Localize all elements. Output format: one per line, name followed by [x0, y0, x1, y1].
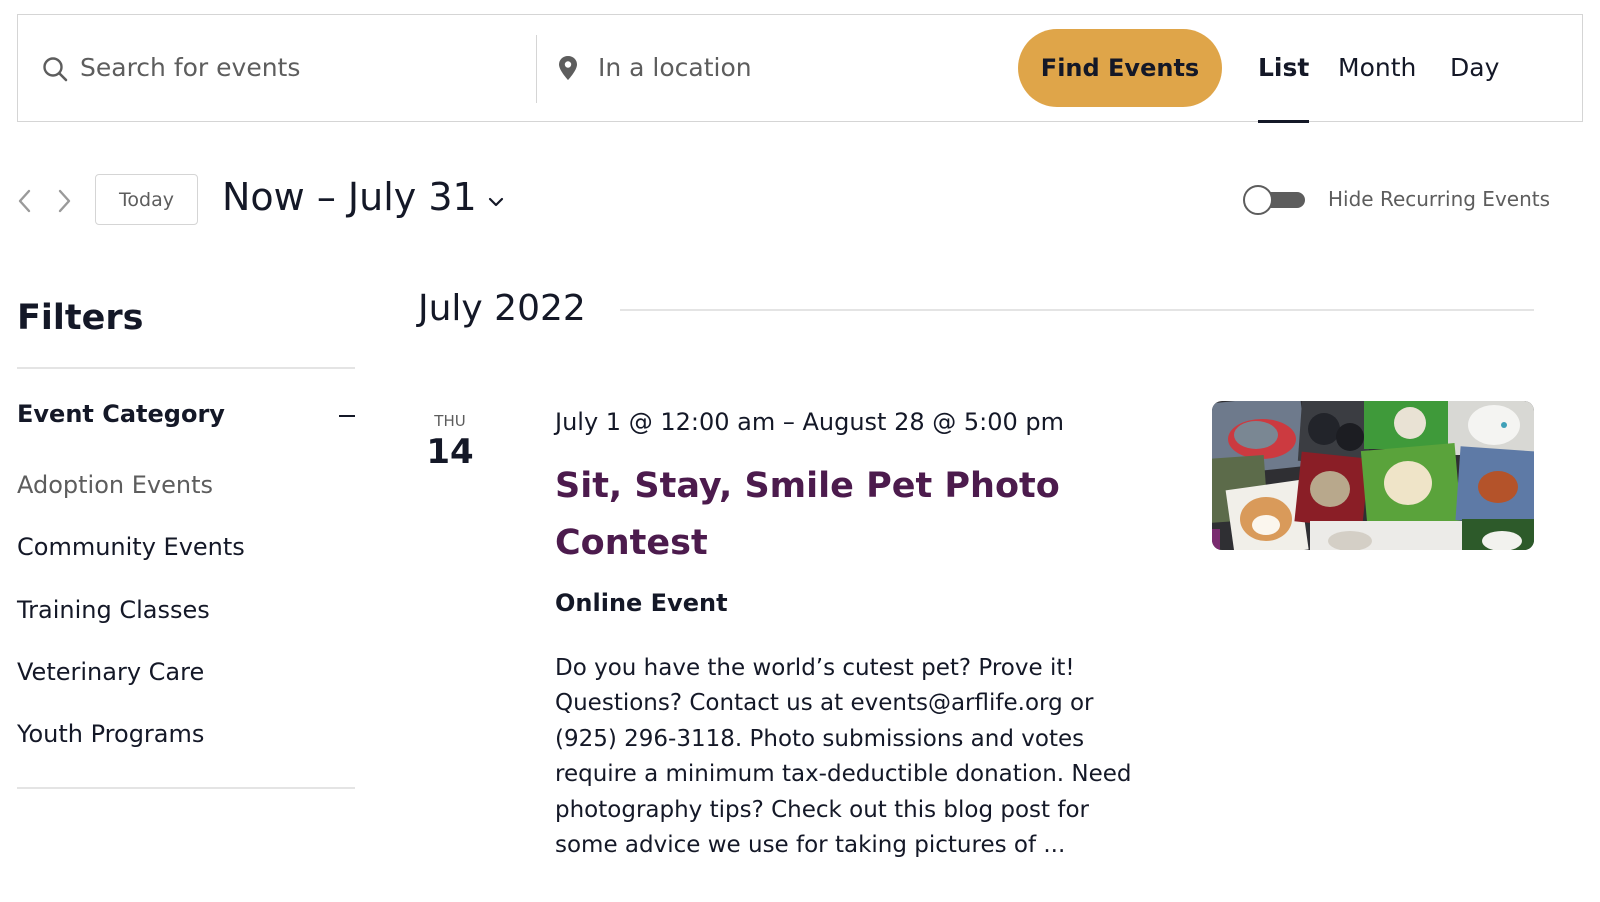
- map-pin-icon: [558, 55, 578, 85]
- category-adoption-events[interactable]: Adoption Events: [17, 471, 213, 499]
- next-arrow-icon[interactable]: [55, 188, 73, 218]
- today-button[interactable]: Today: [95, 174, 198, 225]
- search-input[interactable]: Search for events: [18, 15, 536, 121]
- event-weekday: THU: [434, 412, 466, 430]
- category-training-classes[interactable]: Training Classes: [17, 596, 210, 624]
- category-community-events[interactable]: Community Events: [17, 533, 245, 561]
- event-day-number: 14: [426, 432, 474, 472]
- hide-recurring-toggle[interactable]: [1243, 185, 1305, 215]
- toggle-knob: [1243, 185, 1273, 215]
- category-youth-programs[interactable]: Youth Programs: [17, 720, 204, 748]
- tab-month[interactable]: Month: [1338, 53, 1416, 82]
- search-divider: [536, 35, 537, 103]
- filters-divider-bottom: [17, 787, 355, 789]
- event-venue: Online Event: [555, 589, 728, 617]
- filters-heading: Filters: [17, 298, 144, 338]
- chevron-down-icon[interactable]: [488, 193, 504, 212]
- tab-day[interactable]: Day: [1450, 53, 1499, 82]
- find-events-button[interactable]: Find Events: [1018, 29, 1222, 107]
- collapse-minus-icon[interactable]: [339, 415, 355, 417]
- event-title-link[interactable]: Sit, Stay, Smile Pet Photo Contest: [555, 458, 1075, 572]
- event-datetime: July 1 @ 12:00 am – August 28 @ 5:00 pm: [555, 408, 1065, 436]
- filters-divider-top: [17, 367, 355, 369]
- previous-arrow-icon[interactable]: [16, 188, 34, 218]
- category-veterinary-care[interactable]: Veterinary Care: [17, 658, 204, 686]
- month-separator-title: July 2022: [418, 288, 586, 329]
- tab-list[interactable]: List: [1258, 53, 1310, 123]
- hide-recurring-label: Hide Recurring Events: [1328, 187, 1551, 211]
- month-separator-line: [620, 309, 1534, 311]
- search-placeholder: Search for events: [80, 53, 301, 82]
- events-search-bar: Search for events In a location Find Eve…: [17, 14, 1583, 123]
- search-icon: [42, 56, 68, 86]
- event-description: Do you have the world’s cutest pet? Prov…: [555, 655, 1132, 859]
- event-category-heading[interactable]: Event Category: [17, 400, 225, 428]
- pet-photo-collage-image[interactable]: [1212, 401, 1534, 550]
- location-input[interactable]: In a location: [538, 15, 1018, 121]
- location-placeholder: In a location: [598, 53, 752, 82]
- date-range-picker[interactable]: Now – July 31: [222, 175, 477, 219]
